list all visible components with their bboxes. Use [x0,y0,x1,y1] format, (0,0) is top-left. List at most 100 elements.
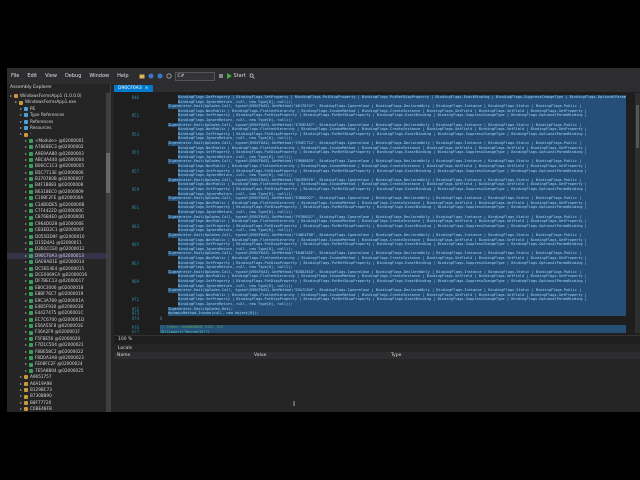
class-icon [29,260,33,265]
class-icon [29,215,33,220]
class-icon [29,247,33,252]
class-icon [29,202,33,207]
expand-caret-icon[interactable]: ▸ [20,406,23,412]
class-icon [29,330,33,335]
class-icon [29,209,33,214]
class-icon [29,190,33,195]
line-number: 971 [131,297,139,303]
class-icon [24,407,28,412]
class-icon [29,266,33,271]
class-icon [29,183,33,188]
locals-col-type[interactable]: Type [388,352,591,359]
menu-view[interactable]: View [41,73,61,79]
editor-tab-bar: D90CF0A3 × [114,84,640,92]
menu-debug[interactable]: Debug [61,73,85,79]
class-icon [29,158,33,163]
line-number: 951 [131,113,139,119]
class-icon [24,113,28,118]
locals-header: Name Value Type [114,352,640,359]
locals-col-value[interactable]: Value [251,352,388,359]
line-number: 963 [131,223,139,229]
assembly-explorer: Assembly Explorer ▸ WindowsFormsApp1 (1.0… [7,84,111,412]
class-icon [29,362,33,367]
class-icon [29,356,33,361]
start-label: Start [233,73,246,79]
zoom-level[interactable]: 100 % [114,335,640,344]
class-icon [29,343,33,348]
start-button[interactable]: Start [226,73,246,79]
settings-icon[interactable] [218,73,224,79]
tree-item-label: - [30,131,32,137]
tree-item-label: Resources [30,124,52,130]
class-icon [29,311,33,316]
tab-label: D90CF0A3 [118,86,142,91]
mouse-cursor-icon: I [293,400,296,408]
editor-scrollbar[interactable] [635,93,640,333]
class-icon [24,132,28,137]
dnspy-window: File Edit View Debug Window Help C# Star… [7,68,640,412]
class-icon [29,279,33,284]
class-icon [19,100,23,105]
letterbox-bottom [0,412,640,480]
line-number: 965 [131,242,139,248]
play-icon [226,73,232,79]
forward-arrow-icon[interactable] [157,73,163,79]
class-icon [29,273,33,278]
class-icon [29,170,33,175]
tree-item[interactable]: ▸ C0BE4BFB [7,406,110,412]
refresh-icon[interactable] [165,73,172,79]
class-icon [29,151,33,156]
menu-edit[interactable]: Edit [23,73,41,79]
class-icon [29,292,33,297]
class-icon [29,317,33,322]
class-icon [29,228,33,233]
class-icon [29,177,33,182]
menu-window[interactable]: Window [85,73,113,79]
line-number: 977 [131,329,139,333]
language-select[interactable]: C# [174,71,215,81]
class-icon [29,324,33,329]
class-icon [29,196,33,201]
line-number: 946 [131,95,139,100]
close-icon[interactable]: × [145,85,149,92]
class-icon [24,119,28,124]
class-icon [24,388,28,393]
menu-file[interactable]: File [7,73,23,79]
expand-caret-icon[interactable]: ▸ [10,93,13,99]
class-icon [29,285,33,290]
explorer-scrollbar[interactable] [106,93,110,412]
class-icon [24,106,28,111]
class-icon [29,349,33,354]
expand-caret-icon[interactable]: ▸ [15,99,18,105]
class-icon [14,94,18,99]
class-icon [29,368,33,373]
search-icon[interactable] [249,73,255,79]
assembly-tree: ▸ WindowsFormsApp1 (1.0.0.0) ▸ WindowsForms… [7,93,110,412]
explorer-scroll-thumb[interactable] [106,153,110,193]
assembly-explorer-title: Assembly Explorer [10,85,52,90]
class-icon [24,394,28,399]
line-number: 957 [131,168,139,174]
class-icon [24,375,28,380]
line-number: 959 [131,187,139,192]
locals-title: Locals [118,346,133,351]
locals-col-name[interactable]: Name [114,352,251,359]
line-number: 969 [131,279,139,284]
back-arrow-icon[interactable] [148,73,154,79]
class-icon [29,164,33,169]
line-number: 953 [131,131,139,137]
menu-help[interactable]: Help [113,73,132,79]
code-view[interactable]: 946 BindingFlags.GetProperty | BindingFla… [114,93,640,333]
letterbox-top [0,0,640,68]
class-icon [24,400,28,405]
class-icon [24,126,28,131]
code-editor: D90CF0A3 × 946 BindingFlags.GetProperty |… [114,84,640,344]
class-icon [29,145,33,150]
code-line: [DllImport("Kernel32")] [160,329,626,333]
open-folder-icon[interactable] [139,73,145,79]
expand-caret-icon[interactable]: ▸ [20,131,23,137]
tab-d90cf0a3[interactable]: D90CF0A3 × [114,85,153,92]
class-icon [29,305,33,310]
editor-scroll-thumb[interactable] [636,105,639,149]
expand-caret-icon[interactable]: ▸ [25,368,28,374]
